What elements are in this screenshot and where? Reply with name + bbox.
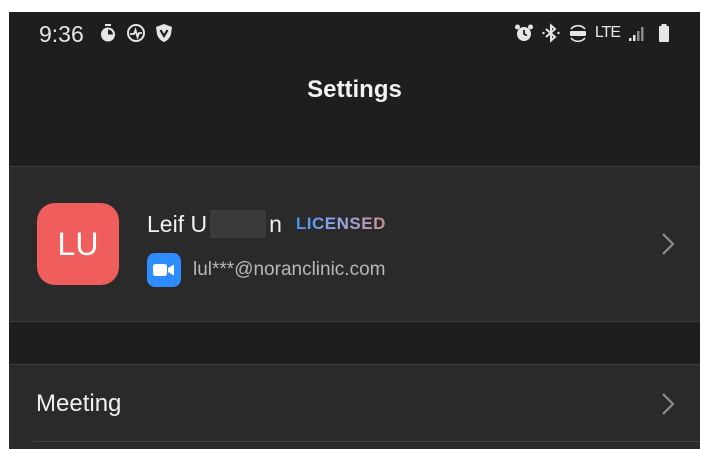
section-spacer: [9, 322, 700, 364]
status-left-icons: [98, 23, 174, 43]
settings-item-label: Meeting: [36, 390, 122, 417]
network-type: LTE: [594, 24, 621, 41]
app-header: Settings: [9, 54, 700, 166]
status-time: 9:36: [39, 21, 84, 47]
alarm-icon: [514, 24, 533, 41]
profile-email-line: lul***@noranclinic.com: [147, 253, 385, 287]
chevron-right-icon: [662, 233, 675, 255]
settings-item-meeting[interactable]: Meeting: [9, 365, 700, 442]
name-redaction: [210, 210, 267, 238]
zoom-video-icon: [147, 253, 181, 287]
signal-icon: [629, 27, 644, 41]
avatar: LU: [37, 203, 119, 285]
page-title: Settings: [307, 76, 402, 103]
status-right-icons: LTE: [514, 23, 674, 43]
activity-icon: [127, 24, 145, 42]
timer-icon: [101, 24, 115, 42]
bluetooth-icon: [542, 23, 560, 43]
user-name-suffix: n: [269, 210, 282, 237]
status-bar: 9:36 LTE: [9, 12, 700, 54]
chevron-right-icon: [662, 393, 675, 415]
user-name: Leif U: [147, 210, 208, 237]
next-row-partial: [9, 442, 700, 449]
user-email: lul***@noranclinic.com: [193, 259, 386, 280]
volte-icon: [569, 24, 586, 43]
settings-screen: 9:36 LTE Settings LU Leif U n LICENSED l…: [9, 12, 700, 449]
shield-icon: [156, 24, 172, 42]
battery-icon: [659, 24, 669, 42]
profile-row[interactable]: LU Leif U n LICENSED lul***@noranclinic.…: [9, 167, 700, 321]
profile-name-line: Leif U n LICENSED: [147, 209, 386, 239]
license-badge: LICENSED: [295, 214, 386, 233]
